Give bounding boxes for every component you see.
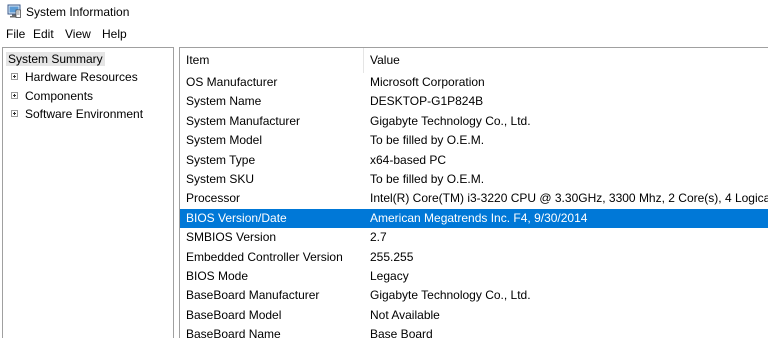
expand-icon[interactable] [11,92,18,99]
row-value: Gigabyte Technology Co., Ltd. [370,113,531,128]
table-row[interactable]: System SKU To be filled by O.E.M. [180,170,768,189]
tree-item-label: System Summary [6,52,105,66]
row-item: System Model [186,133,263,148]
menu-view[interactable]: View [65,27,91,41]
table-row[interactable]: BaseBoard Name Base Board [180,325,768,338]
row-item: BIOS Mode [186,268,249,283]
title-bar: System Information [0,0,768,24]
window-title: System Information [26,5,130,19]
table-row[interactable]: BaseBoard Model Not Available [180,306,768,325]
column-header-item[interactable]: Item [180,48,364,73]
row-value: 2.7 [370,230,387,245]
menu-edit[interactable]: Edit [33,27,54,41]
tree-item-system-summary[interactable]: System Summary [6,50,105,68]
details-list: Item Value OS Manufacturer Microsoft Cor… [179,47,768,338]
table-row[interactable]: BIOS Mode Legacy [180,267,768,286]
row-item: OS Manufacturer [186,75,278,89]
row-value: Microsoft Corporation [370,75,485,89]
row-value: 255.255 [370,249,414,264]
table-row[interactable]: System Manufacturer Gigabyte Technology … [180,112,768,131]
list-rows: OS Manufacturer Microsoft Corporation Sy… [180,73,768,338]
menu-bar: File Edit View Help [0,24,768,44]
menu-help[interactable]: Help [102,27,127,41]
table-row-selected[interactable]: BIOS Version/Date American Megatrends In… [180,208,768,229]
row-item: BaseBoard Manufacturer [186,288,320,303]
row-item: System Name [186,94,262,109]
list-header: Item Value [180,48,768,73]
row-item: System SKU [186,171,255,186]
expand-icon[interactable] [11,110,18,117]
row-value: American Megatrends Inc. F4, 9/30/2014 [370,210,588,225]
table-row[interactable]: System Name DESKTOP-G1P824B [180,92,768,111]
row-value: Gigabyte Technology Co., Ltd. [370,288,531,303]
row-item: BIOS Version/Date [186,210,287,225]
table-row[interactable]: Processor Intel(R) Core(TM) i3-3220 CPU … [180,189,768,208]
row-value: Legacy [370,268,409,283]
row-item: System Type [186,152,256,167]
row-item: System Manufacturer [186,113,301,128]
row-item: BaseBoard Name [186,327,281,338]
row-value: To be filled by O.E.M. [370,171,485,186]
system-information-icon [7,4,21,18]
row-item: Processor [186,191,241,206]
row-value: To be filled by O.E.M. [370,133,485,148]
tree-item-components[interactable]: Components [11,87,95,105]
system-information-window: System Information File Edit View Help S… [0,0,768,338]
row-value: DESKTOP-G1P824B [370,94,484,109]
table-row[interactable]: Embedded Controller Version 255.255 [180,248,768,267]
row-value: Not Available [370,307,440,322]
tree-item-hardware-resources[interactable]: Hardware Resources [11,68,140,86]
table-row[interactable]: BaseBoard Manufacturer Gigabyte Technolo… [180,286,768,305]
expand-icon[interactable] [11,73,18,80]
table-row[interactable]: SMBIOS Version 2.7 [180,228,768,247]
column-header-value[interactable]: Value [364,48,768,73]
tree-item-label: Software Environment [25,107,144,121]
row-item: SMBIOS Version [186,230,277,245]
row-item: BaseBoard Model [186,307,282,322]
row-value: Intel(R) Core(TM) i3-3220 CPU @ 3.30GHz,… [370,191,768,206]
tree-item-label: Components [25,89,94,103]
row-value: x64-based PC [370,152,447,167]
table-row[interactable]: OS Manufacturer Microsoft Corporation [180,73,768,92]
tree-item-label: Hardware Resources [25,70,138,84]
row-value: Base Board [370,327,433,338]
table-row[interactable]: System Type x64-based PC [180,151,768,170]
table-row[interactable]: System Model To be filled by O.E.M. [180,131,768,150]
row-item: Embedded Controller Version [186,249,343,264]
category-tree: System Summary Hardware Resources Compon… [2,47,174,338]
tree-item-software-environment[interactable]: Software Environment [11,105,145,123]
menu-file[interactable]: File [6,27,25,41]
